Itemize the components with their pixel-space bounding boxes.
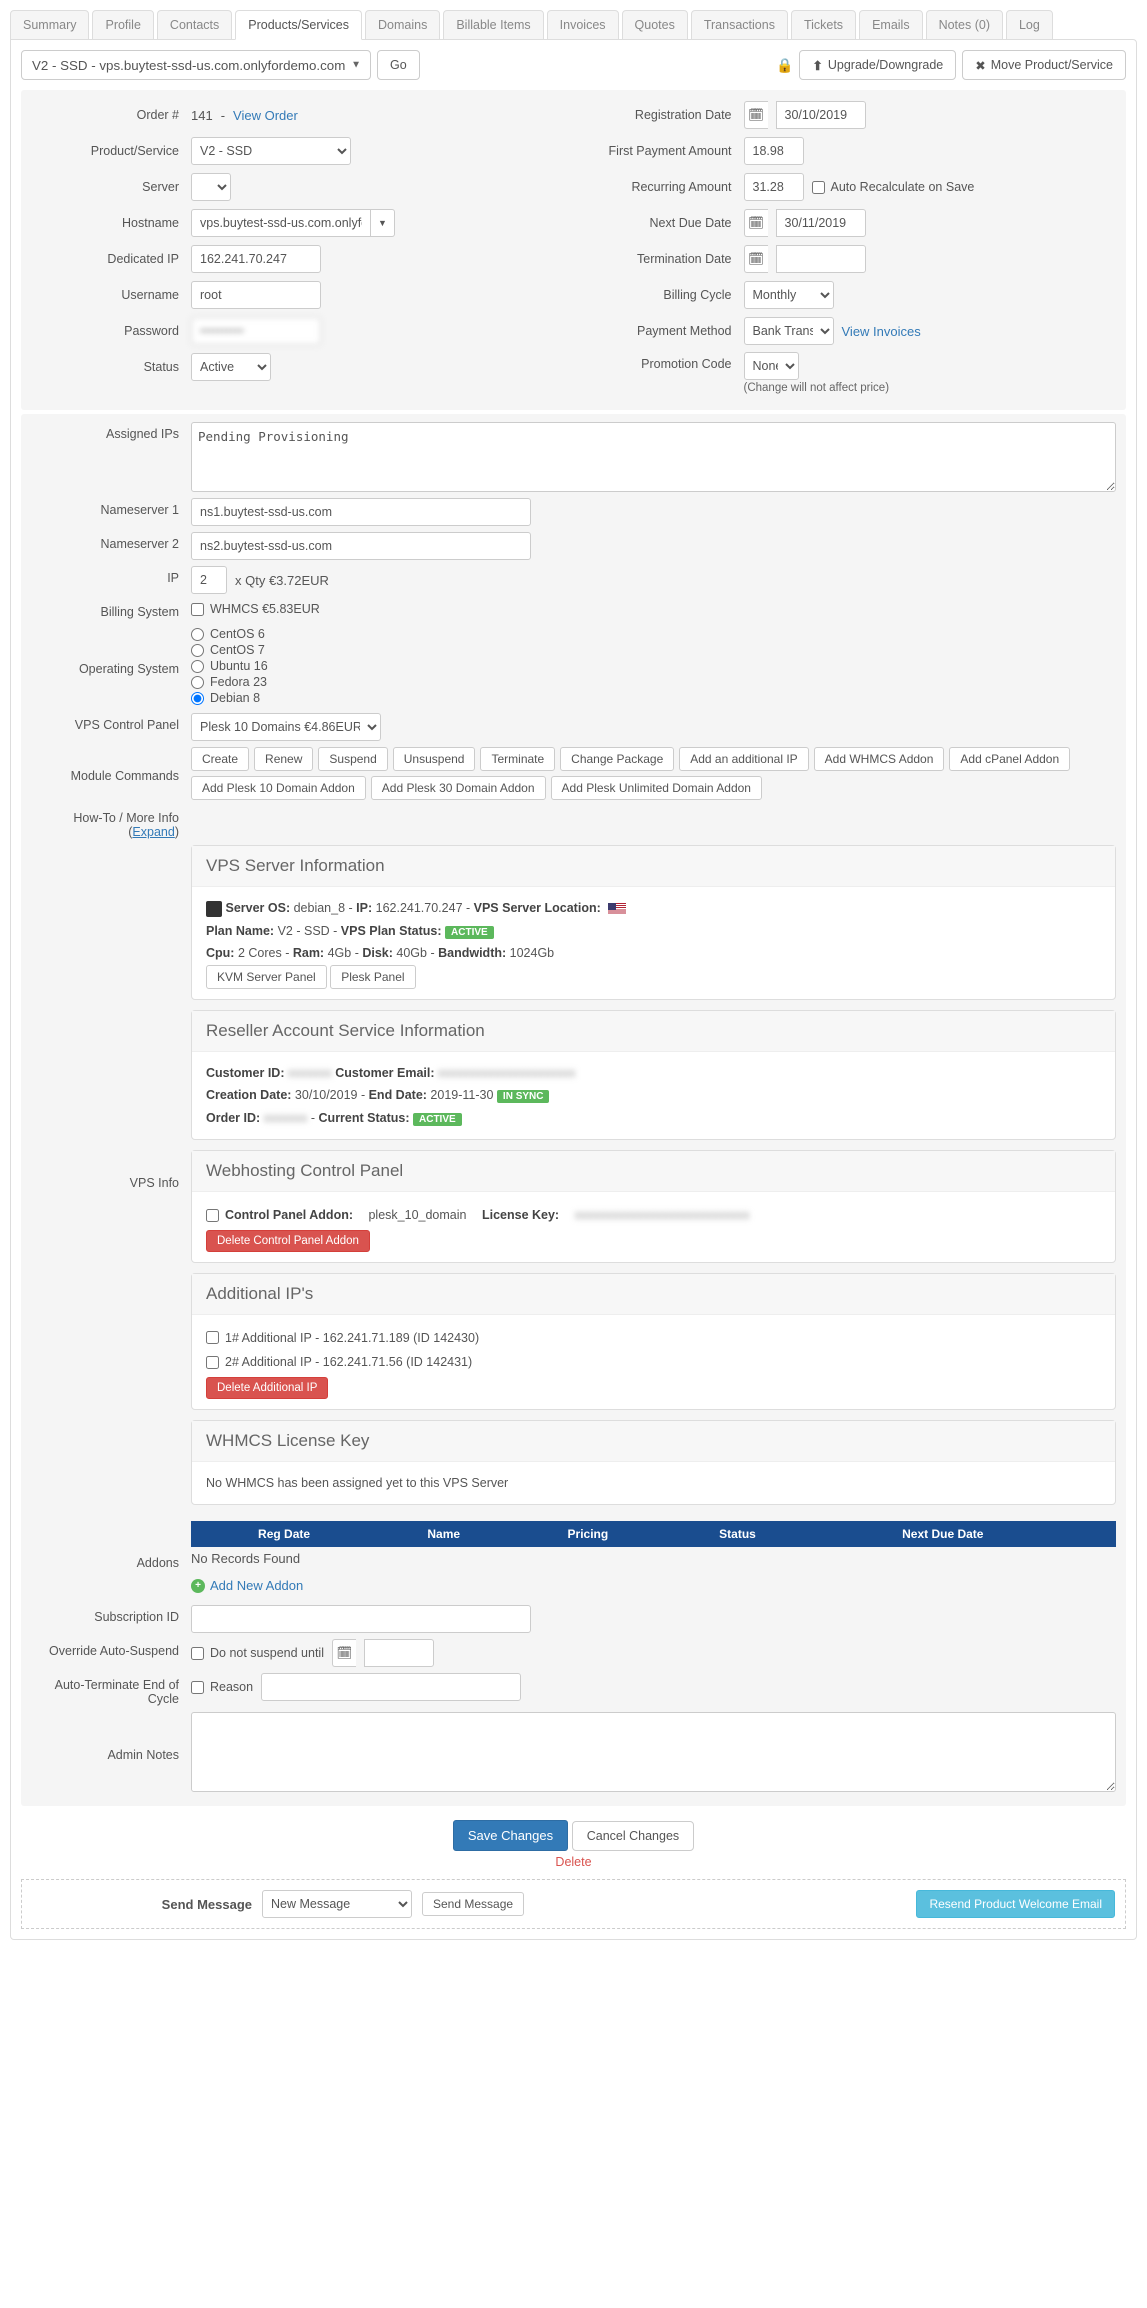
first-payment-input[interactable] <box>744 137 804 165</box>
cmd-change-package-button[interactable]: Change Package <box>560 747 674 771</box>
upgrade-button[interactable]: ⬆Upgrade/Downgrade <box>799 50 956 80</box>
promo-code-select[interactable]: None <box>744 352 799 380</box>
reg-date-input[interactable] <box>776 101 866 129</box>
cmd-terminate-button[interactable]: Terminate <box>480 747 555 771</box>
delete-link[interactable]: Delete <box>21 1855 1126 1869</box>
delete-aip-button[interactable]: Delete Additional IP <box>206 1377 328 1399</box>
save-button[interactable]: Save Changes <box>453 1820 568 1851</box>
tab-log[interactable]: Log <box>1006 10 1053 40</box>
lock-icon: 🔒 <box>776 57 793 74</box>
tab-emails[interactable]: Emails <box>859 10 923 40</box>
plesk-panel-button[interactable]: Plesk Panel <box>330 965 415 989</box>
vps-info-card: VPS Server Information Server OS: debian… <box>191 845 1116 1000</box>
os-radio[interactable] <box>191 676 204 689</box>
username-input[interactable] <box>191 281 321 309</box>
os-radio[interactable] <box>191 692 204 705</box>
product-service-select[interactable]: V2 - SSD <box>191 137 351 165</box>
os-radio[interactable] <box>191 644 204 657</box>
tab-invoices[interactable]: Invoices <box>547 10 619 40</box>
tab-profile[interactable]: Profile <box>92 10 153 40</box>
os-radio[interactable] <box>191 628 204 641</box>
cmd-add-plesk-domain-addon-button[interactable]: Add Plesk 30 Domain Addon <box>371 776 546 800</box>
tabs-nav: SummaryProfileContactsProducts/ServicesD… <box>10 10 1137 40</box>
tab-tickets[interactable]: Tickets <box>791 10 856 40</box>
reseller-info-card: Reseller Account Service Information Cus… <box>191 1010 1116 1141</box>
resend-welcome-button[interactable]: Resend Product Welcome Email <box>916 1890 1115 1918</box>
tab-notes-[interactable]: Notes (0) <box>926 10 1003 40</box>
cmd-add-plesk-unlimited-domain-addon-button[interactable]: Add Plesk Unlimited Domain Addon <box>551 776 762 800</box>
tab-domains[interactable]: Domains <box>365 10 440 40</box>
payment-method-select[interactable]: Bank Transfer <box>744 317 834 345</box>
calendar-icon: 🗓 <box>332 1639 356 1667</box>
aip2-checkbox[interactable] <box>206 1356 219 1369</box>
recurring-amount-input[interactable] <box>744 173 804 201</box>
os-icon <box>206 901 222 917</box>
cmd-create-button[interactable]: Create <box>191 747 249 771</box>
send-message-row: Send Message New Message Send Message Re… <box>21 1879 1126 1929</box>
tab-summary[interactable]: Summary <box>10 10 89 40</box>
whmcs-addon-checkbox[interactable] <box>191 603 204 616</box>
cancel-button[interactable]: Cancel Changes <box>572 1821 694 1851</box>
os-radio[interactable] <box>191 660 204 673</box>
message-select[interactable]: New Message <box>262 1890 412 1918</box>
tab-quotes[interactable]: Quotes <box>622 10 688 40</box>
ip-qty-input[interactable] <box>191 566 227 594</box>
calendar-icon: 🗓 <box>744 209 768 237</box>
cmd-renew-button[interactable]: Renew <box>254 747 313 771</box>
suspend-until-input[interactable] <box>364 1639 434 1667</box>
ns1-input[interactable] <box>191 498 531 526</box>
tab-billable-items[interactable]: Billable Items <box>443 10 543 40</box>
view-order-link[interactable]: View Order <box>233 108 298 123</box>
tab-panel: V2 - SSD - vps.buytest-ssd-us.com.onlyfo… <box>10 39 1137 1940</box>
order-label: Order # <box>31 108 191 122</box>
tab-products-services[interactable]: Products/Services <box>235 10 362 40</box>
auto-terminate-checkbox[interactable] <box>191 1681 204 1694</box>
whmcs-license-card: WHMCS License Key No WHMCS has been assi… <box>191 1420 1116 1506</box>
cmd-add-plesk-domain-addon-button[interactable]: Add Plesk 10 Domain Addon <box>191 776 366 800</box>
tab-contacts[interactable]: Contacts <box>157 10 232 40</box>
calendar-icon: 🗓 <box>744 245 768 273</box>
status-select[interactable]: Active <box>191 353 271 381</box>
addons-table: Reg DateNamePricingStatusNext Due Date <box>191 1521 1116 1547</box>
additional-ips-card: Additional IP's 1# Additional IP - 162.2… <box>191 1273 1116 1410</box>
flag-icon <box>608 903 626 915</box>
aip1-checkbox[interactable] <box>206 1331 219 1344</box>
cmd-suspend-button[interactable]: Suspend <box>318 747 387 771</box>
expand-link[interactable]: Expand <box>132 825 174 839</box>
cp-addon-checkbox[interactable] <box>206 1209 219 1222</box>
go-button[interactable]: Go <box>377 50 420 80</box>
calendar-icon: 🗓 <box>744 101 768 129</box>
terminate-reason-input[interactable] <box>261 1673 521 1701</box>
admin-notes-textarea[interactable] <box>191 1712 1116 1792</box>
password-input[interactable] <box>191 317 321 345</box>
delete-cp-addon-button[interactable]: Delete Control Panel Addon <box>206 1230 370 1252</box>
server-select[interactable] <box>191 173 231 201</box>
billing-cycle-select[interactable]: Monthly <box>744 281 834 309</box>
cmd-unsuspend-button[interactable]: Unsuspend <box>393 747 476 771</box>
control-panel-select[interactable]: Plesk 10 Domains €4.86EUR <box>191 713 381 741</box>
tab-transactions[interactable]: Transactions <box>691 10 788 40</box>
add-addon-link[interactable]: +Add New Addon <box>191 1578 303 1593</box>
override-suspend-checkbox[interactable] <box>191 1647 204 1660</box>
subscription-id-input[interactable] <box>191 1605 531 1633</box>
cmd-add-whmcs-addon-button[interactable]: Add WHMCS Addon <box>814 747 945 771</box>
view-invoices-link[interactable]: View Invoices <box>842 324 921 339</box>
term-date-input[interactable] <box>776 245 866 273</box>
cmd-add-an-additional-ip-button[interactable]: Add an additional IP <box>679 747 808 771</box>
hostname-input[interactable] <box>191 209 371 237</box>
webhosting-cp-card: Webhosting Control Panel Control Panel A… <box>191 1150 1116 1263</box>
hostname-dropdown[interactable]: ▼ <box>371 209 395 237</box>
next-due-input[interactable] <box>776 209 866 237</box>
status-badge: ACTIVE <box>445 926 494 939</box>
move-button[interactable]: ✖Move Product/Service <box>962 50 1126 80</box>
cmd-add-cpanel-addon-button[interactable]: Add cPanel Addon <box>949 747 1070 771</box>
kvm-panel-button[interactable]: KVM Server Panel <box>206 965 327 989</box>
ns2-input[interactable] <box>191 532 531 560</box>
product-select[interactable]: V2 - SSD - vps.buytest-ssd-us.com.onlyfo… <box>21 50 371 80</box>
auto-recalc-checkbox[interactable] <box>812 181 825 194</box>
send-message-button[interactable]: Send Message <box>422 1892 524 1916</box>
dedicated-ip-input[interactable] <box>191 245 321 273</box>
assigned-ips-textarea[interactable]: Pending Provisioning <box>191 422 1116 492</box>
plus-icon: + <box>191 1579 205 1593</box>
